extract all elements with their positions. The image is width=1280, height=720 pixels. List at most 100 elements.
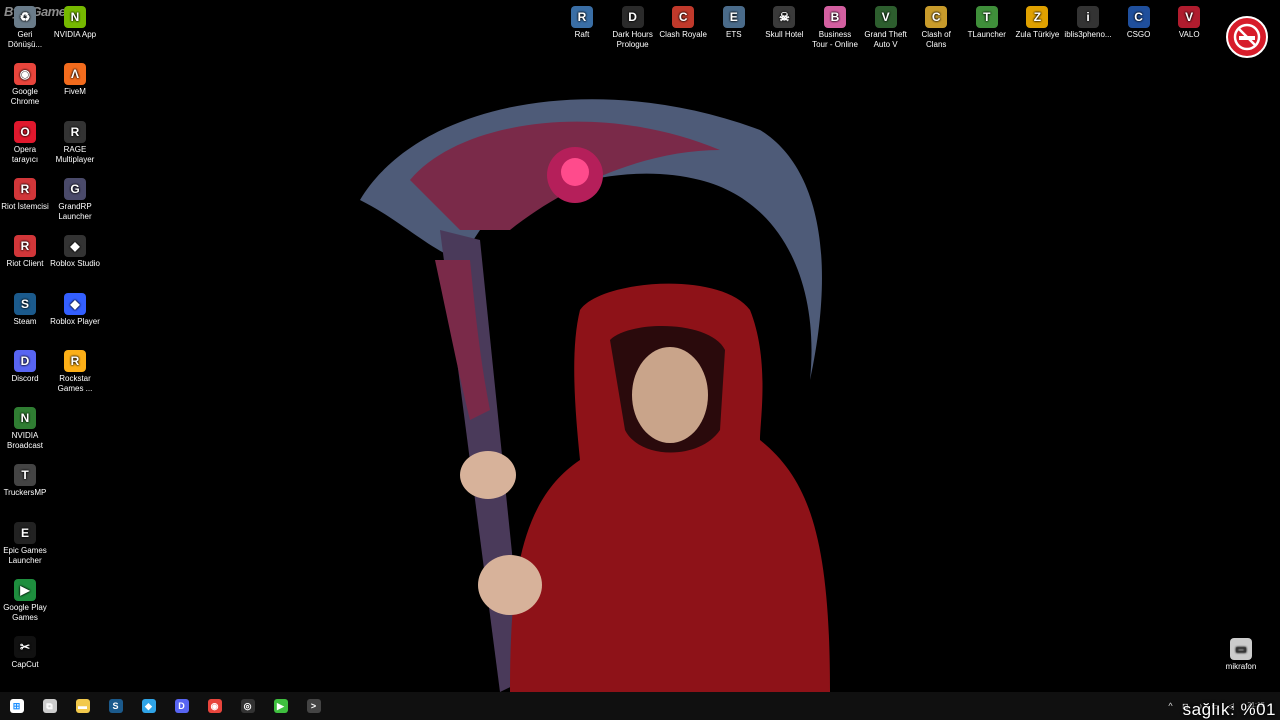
desktop-shortcut-label: VALO xyxy=(1178,30,1200,39)
terminal-taskbar-button[interactable]: > xyxy=(297,692,330,720)
skull-hotel-icon: ☠ xyxy=(773,6,796,28)
desktop-shortcut-label: GrandRP Launcher xyxy=(58,201,92,221)
desktop-shortcut-label: Zula Türkiye xyxy=(1015,30,1060,39)
desktop-shortcut[interactable]: Λ FiveM xyxy=(50,63,100,97)
desktop-shortcut[interactable]: T TruckersMP xyxy=(0,464,50,498)
nvidia-broadcast-icon: N xyxy=(14,407,36,430)
desktop-shortcut[interactable]: V VALO xyxy=(1164,6,1214,40)
desktop-shortcut[interactable]: B Business Tour - Online M... xyxy=(810,6,860,50)
desktop-shortcut[interactable]: G GrandRP Launcher xyxy=(50,177,100,222)
desktop-shortcut-label: Epic Games Launcher xyxy=(3,545,47,565)
desktop-shortcut[interactable]: ♻ Geri Dönüşü... xyxy=(0,6,50,50)
desktop-shortcut-label: FiveM xyxy=(64,87,86,97)
desktop-shortcut[interactable]: R Riot Client xyxy=(0,235,50,269)
desktop-shortcut[interactable]: ☠ Skull Hotel xyxy=(759,6,809,40)
desktop-shortcut-label: Dark Hours Prologue xyxy=(612,30,653,49)
capcut-icon: ✂ xyxy=(14,636,36,659)
desktop-shortcut[interactable]: V Grand Theft Auto V xyxy=(861,6,911,50)
desktop-shortcut-label: Raft xyxy=(574,30,590,39)
valorant-icon: V xyxy=(1178,6,1201,28)
task-view-button[interactable]: ⧉ xyxy=(33,692,66,720)
desktop-shortcut-label: Business Tour - Online M... xyxy=(812,30,858,49)
health-overlay-text: sağlık: %01 xyxy=(1182,700,1276,719)
desktop-shortcut[interactable]: ◆ Roblox Player xyxy=(50,292,100,327)
desktop-shortcut-label: Clash of Clans xyxy=(921,30,951,49)
microphone-file-icon: ▭ xyxy=(1230,638,1252,660)
desktop-shortcut[interactable]: D Discord xyxy=(0,349,50,384)
desktop: ByWGame ♻Geri Dönüşü...◉Google ChromeOOp… xyxy=(0,0,1280,692)
game-icon: i xyxy=(1077,6,1099,28)
desktop-shortcut-label: NVIDIA Broadcast xyxy=(6,431,44,451)
desktop-shortcut-label: NVIDIA App xyxy=(53,30,97,39)
chrome-taskbar-icon: ◉ xyxy=(207,699,222,713)
task-view-icon: ⧉ xyxy=(42,699,57,713)
start-button[interactable]: ⊞ xyxy=(0,692,33,720)
desktop-shortcut[interactable]: R Riot İstemcisi xyxy=(0,177,50,212)
desktop-shortcut[interactable]: C CSGO xyxy=(1114,6,1164,40)
roblox-studio-icon: ◆ xyxy=(64,235,86,258)
file-explorer-button[interactable]: ▬ xyxy=(66,692,99,720)
desktop-shortcut[interactable]: R RAGE Multiplayer xyxy=(50,120,100,165)
desktop-shortcut-label: Rockstar Games ... xyxy=(57,373,93,393)
rage-mp-icon: R xyxy=(64,120,86,143)
csgo-icon: C xyxy=(1127,6,1150,28)
chrome-icon: ◉ xyxy=(14,63,36,86)
opera-icon: O xyxy=(14,120,36,143)
desktop-shortcut[interactable]: ▶ Google Play Games xyxy=(0,579,50,623)
desktop-shortcut-label: ETS xyxy=(726,30,742,39)
desktop-shortcut[interactable]: R Raft xyxy=(557,6,607,40)
desktop-shortcut[interactable]: N NVIDIA App xyxy=(50,6,100,40)
desktop-shortcut-label: Riot Client xyxy=(6,259,44,269)
desktop-shortcut[interactable]: S Steam xyxy=(0,292,50,327)
gta-v-icon: V xyxy=(874,6,897,28)
desktop-shortcut[interactable]: Z Zula Türkiye xyxy=(1012,6,1062,40)
riot-client-icon: R xyxy=(14,235,36,258)
desktop-shortcut-label: TLauncher xyxy=(967,30,1006,39)
desktop-shortcut[interactable]: ◆ Roblox Studio xyxy=(50,235,100,269)
desktop-shortcut[interactable]: E ETS xyxy=(709,6,759,40)
desktop-shortcut-label: Google Chrome xyxy=(10,87,40,107)
start-icon: ⊞ xyxy=(9,699,24,713)
discord-taskbar-icon: D xyxy=(174,699,189,713)
desktop-shortcut[interactable]: ◉ Google Chrome xyxy=(0,63,50,107)
zula-icon: Z xyxy=(1026,6,1049,28)
dark-hours-icon: D xyxy=(621,6,644,28)
chrome-taskbar-button[interactable]: ◉ xyxy=(198,692,231,720)
terminal-taskbar-icon: > xyxy=(306,699,321,713)
ets-icon: E xyxy=(722,6,745,28)
desktop-shortcut-label: iblis3pheno... xyxy=(1064,30,1112,39)
raft-icon: R xyxy=(571,6,593,28)
play-taskbar-button[interactable]: ▶ xyxy=(264,692,297,720)
desktop-shortcut[interactable]: C Clash Royale xyxy=(658,6,708,40)
recycle-bin-icon: ♻ xyxy=(14,6,36,28)
desktop-shortcut[interactable]: R Rockstar Games ... xyxy=(50,349,100,394)
obs-taskbar-icon: ◎ xyxy=(240,699,255,713)
desktop-shortcut[interactable]: N NVIDIA Broadcast xyxy=(0,407,50,451)
discord-taskbar-button[interactable]: D xyxy=(165,692,198,720)
steam-taskbar-button[interactable]: S xyxy=(99,692,132,720)
file-explorer-icon: ▬ xyxy=(75,699,90,713)
desktop-shortcut-label: Riot İstemcisi xyxy=(1,201,49,211)
clash-royale-icon: C xyxy=(672,6,695,28)
desktop-shortcut-label: CSGO xyxy=(1126,30,1151,39)
desktop-shortcut[interactable]: ▭ mikrafon xyxy=(1216,638,1266,672)
desktop-shortcut[interactable]: i iblis3pheno... xyxy=(1063,6,1113,40)
desktop-shortcut[interactable]: O Opera tarayıcı xyxy=(0,120,50,165)
desktop-shortcut[interactable]: T TLauncher xyxy=(962,6,1012,40)
discord-icon: D xyxy=(14,349,36,372)
desktop-shortcut[interactable]: D Dark Hours Prologue xyxy=(608,6,658,50)
copilot-taskbar-button[interactable]: ◆ xyxy=(132,692,165,720)
obs-taskbar-button[interactable]: ◎ xyxy=(231,692,264,720)
desktop-shortcut-label: Skull Hotel xyxy=(765,30,804,39)
desktop-shortcut[interactable]: C Clash of Clans xyxy=(911,6,961,50)
no-smoking-icon xyxy=(1226,16,1268,58)
chevron-up-icon[interactable]: ^ xyxy=(1163,692,1178,720)
desktop-shortcut-label: Grand Theft Auto V xyxy=(864,30,907,49)
roblox-player-icon: ◆ xyxy=(64,292,86,315)
riot-client-icon: R xyxy=(14,177,36,200)
desktop-shortcut[interactable]: E Epic Games Launcher xyxy=(0,521,50,566)
play-taskbar-icon: ▶ xyxy=(273,699,288,713)
desktop-shortcut[interactable]: ✂ CapCut xyxy=(0,636,50,670)
desktop-shortcut-label: Steam xyxy=(13,316,37,326)
epic-games-icon: E xyxy=(14,521,36,544)
